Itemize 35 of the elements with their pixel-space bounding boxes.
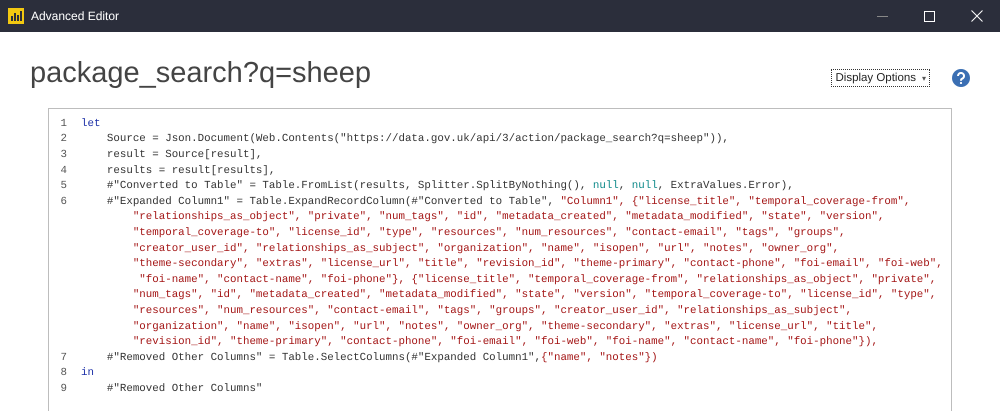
code-line: Source = Json.Document(Web.Contents("https://data.gov.uk/api/3/action/package_search?q=sheep")),	[106, 133, 729, 146]
line-number: 3	[60, 148, 67, 161]
code-line: #"Converted to Table" = Table.FromList(results, Splitter.SplitByNothing(), null, null, ExtraValues.Error),	[106, 180, 794, 192]
code-line: let	[81, 118, 100, 130]
code-line: results = result[results],	[106, 164, 276, 177]
line-number: 2	[60, 133, 67, 146]
code-line: #"Expanded Column1" = Table.ExpandRecordColumn(#"Converted to Table", "Column1", {"license_title", "temporal_coverage-from",	[106, 196, 910, 208]
code-line: "foi-name", "contact-name", "foi-phone"}, {"license_title", "temporal_coverage-from", "relationships_as_object", "private",	[138, 274, 936, 286]
code-line: "temporal_coverage-to", "license_id", "type", "resources", "num_resources", "contact-email", "tags", "groups",	[132, 226, 846, 239]
code-line: "resources", "num_resources", "contact-email", "tags", "groups", "creator_user_id", "relationships_as_subject",	[132, 304, 852, 317]
code-line: in	[81, 367, 94, 380]
line-number: 4	[60, 164, 67, 177]
line-number: 6	[60, 196, 67, 208]
query-title: package_search?q=sheep	[30, 56, 372, 90]
code-line: #"Removed Other Columns" = Table.SelectColumns(#"Expanded Column1",{"name", "notes"})	[106, 352, 658, 364]
help-icon[interactable]	[952, 69, 970, 87]
code-editor[interactable]	[48, 108, 952, 411]
code-line: "theme-secondary", "extras", "license_url", "title", "revision_id", "theme-primary", "contact-phone", "foi-email", "foi-web",	[132, 258, 943, 270]
line-number: 1	[60, 118, 67, 130]
code-line: "creator_user_id", "relationships_as_subject", "organization", "name", "isopen", "url", "notes", "owner_org",	[132, 242, 840, 255]
code-line: #"Removed Other Columns"	[106, 382, 262, 395]
display-options-button[interactable]: Display Options ▾	[831, 69, 930, 87]
line-number: 5	[60, 180, 67, 192]
code-line: "relationships_as_object", "private", "num_tags", "id", "metadata_created", "metadata_modified", "state", "version",	[132, 211, 884, 224]
maximize-icon	[924, 10, 935, 22]
code-line: "num_tags", "id", "metadata_created", "metadata_modified", "state", "version", "temporal_coverage-to", "license_id", "type",	[132, 289, 936, 302]
code-line: "organization", "name", "isopen", "url", "notes", "owner_org", "theme-secondary", "extras", "license_url", "title",	[132, 320, 878, 333]
line-number: 8	[60, 367, 67, 380]
window-title: Advanced Editor	[31, 9, 120, 23]
close-icon	[970, 10, 982, 22]
code-line: "revision_id", "theme-primary", "contact-phone", "foi-email", "foi-web", "foi-name", "contact-name", "foi-phone"}),	[132, 336, 878, 348]
line-number: 7	[60, 352, 67, 364]
code-line: result = Source[result],	[106, 148, 262, 161]
line-number: 9	[60, 382, 67, 395]
app-logo-icon	[8, 8, 24, 24]
